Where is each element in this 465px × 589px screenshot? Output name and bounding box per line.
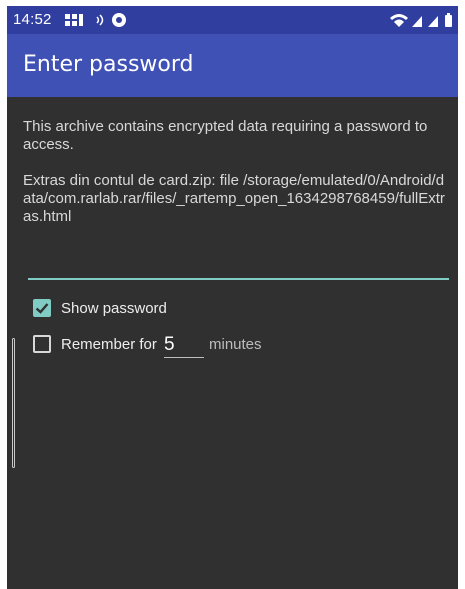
checkbox-unchecked-icon[interactable] <box>33 335 51 353</box>
file-info: Extras din contul de card.zip: file /sto… <box>23 172 445 225</box>
wifi-icon <box>390 14 408 27</box>
status-time: 14:52 <box>13 11 52 28</box>
status-notification-icons <box>65 13 126 27</box>
show-password-label: Show password <box>61 300 167 317</box>
encryption-message: This archive contains encrypted data req… <box>23 118 428 153</box>
screen: 14:52 Enter password This archive contai… <box>7 6 458 589</box>
remember-label: Remember for <box>61 336 157 353</box>
password-dialog: This archive contains encrypted data req… <box>7 97 458 589</box>
page-title: Enter password <box>23 52 194 77</box>
sound-icon <box>96 14 104 26</box>
status-system-icons <box>390 13 452 27</box>
app-bar: Enter password <box>7 34 458 97</box>
signal-icon <box>412 16 422 27</box>
status-bar: 14:52 <box>7 6 458 34</box>
minutes-label: minutes <box>209 336 262 353</box>
signal-icon <box>428 16 438 27</box>
password-input[interactable] <box>28 256 449 280</box>
battery-icon <box>445 13 452 27</box>
minutes-input[interactable] <box>164 333 204 358</box>
circle-app-icon <box>112 13 126 27</box>
app-notification-icon <box>65 14 83 26</box>
scrollbar[interactable] <box>12 338 15 468</box>
checkbox-checked-icon[interactable] <box>33 299 51 317</box>
